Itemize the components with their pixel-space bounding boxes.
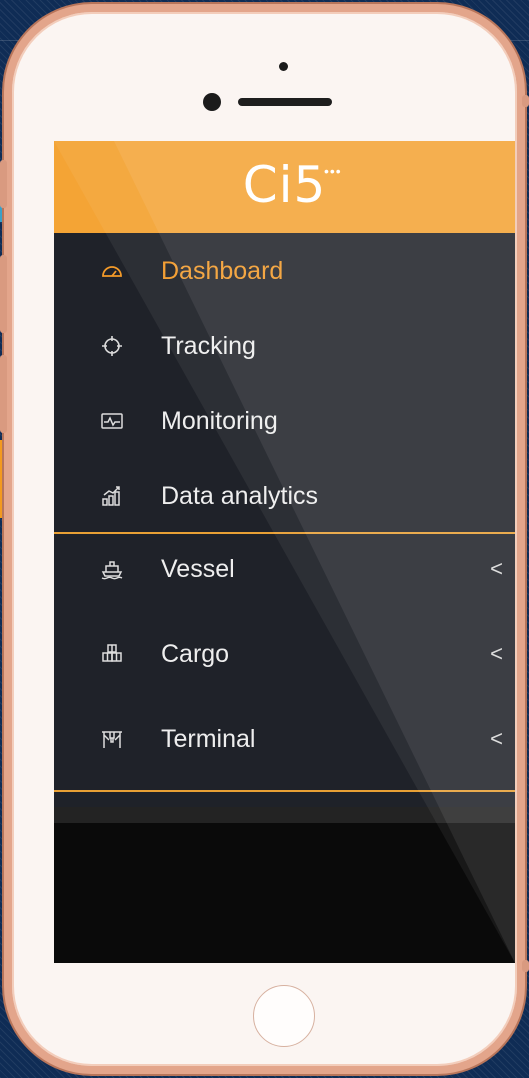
- chevron-left-icon[interactable]: <: [490, 556, 503, 582]
- front-sensor: [279, 62, 288, 71]
- crosshair-icon: [98, 332, 126, 360]
- app-logo[interactable]: Ci5: [243, 156, 327, 214]
- logo-dots: •••: [324, 163, 342, 179]
- crane-icon: [98, 725, 126, 753]
- earpiece-speaker: [238, 98, 332, 106]
- mute-switch: [0, 160, 7, 208]
- frame-antenna-line: [522, 95, 529, 107]
- menu-item-cargo[interactable]: Cargo <: [54, 618, 515, 690]
- phone-screen: Ci5 ••• Dashboard Tracking Monitoring Da…: [54, 141, 515, 963]
- speedometer-icon: [98, 257, 126, 285]
- side-menu: Dashboard Tracking Monitoring Data analy…: [54, 233, 515, 807]
- ship-icon: [98, 555, 126, 583]
- menu-label: Dashboard: [161, 256, 284, 285]
- monitor-pulse-icon: [98, 407, 126, 435]
- boxes-icon: [98, 640, 126, 668]
- home-button[interactable]: [253, 985, 315, 1047]
- menu-label: Tracking: [161, 331, 256, 360]
- menu-label: Vessel: [161, 554, 235, 583]
- app-header: Ci5 •••: [54, 141, 515, 233]
- bar-chart-icon: [98, 482, 126, 510]
- chevron-left-icon[interactable]: <: [490, 726, 503, 752]
- menu-label: Monitoring: [161, 406, 278, 435]
- chevron-left-icon[interactable]: <: [490, 641, 503, 667]
- menu-item-tracking[interactable]: Tracking: [54, 310, 515, 382]
- menu-item-data-analytics[interactable]: Data analytics: [54, 460, 515, 532]
- menu-label: Data analytics: [161, 481, 319, 510]
- front-camera: [203, 93, 221, 111]
- volume-up-button: [0, 255, 7, 333]
- menu-label: Terminal: [161, 724, 256, 753]
- menu-item-vessel[interactable]: Vessel <: [54, 533, 515, 605]
- menu-item-dashboard[interactable]: Dashboard: [54, 235, 515, 307]
- frame-antenna-line: [522, 960, 529, 972]
- menu-label: Cargo: [161, 639, 230, 668]
- menu-footer: [54, 807, 515, 823]
- menu-divider: [54, 790, 515, 792]
- menu-item-monitoring[interactable]: Monitoring: [54, 385, 515, 457]
- volume-down-button: [0, 355, 7, 433]
- menu-item-terminal[interactable]: Terminal <: [54, 703, 515, 775]
- phone-frame: Ci5 ••• Dashboard Tracking Monitoring Da…: [4, 4, 525, 1074]
